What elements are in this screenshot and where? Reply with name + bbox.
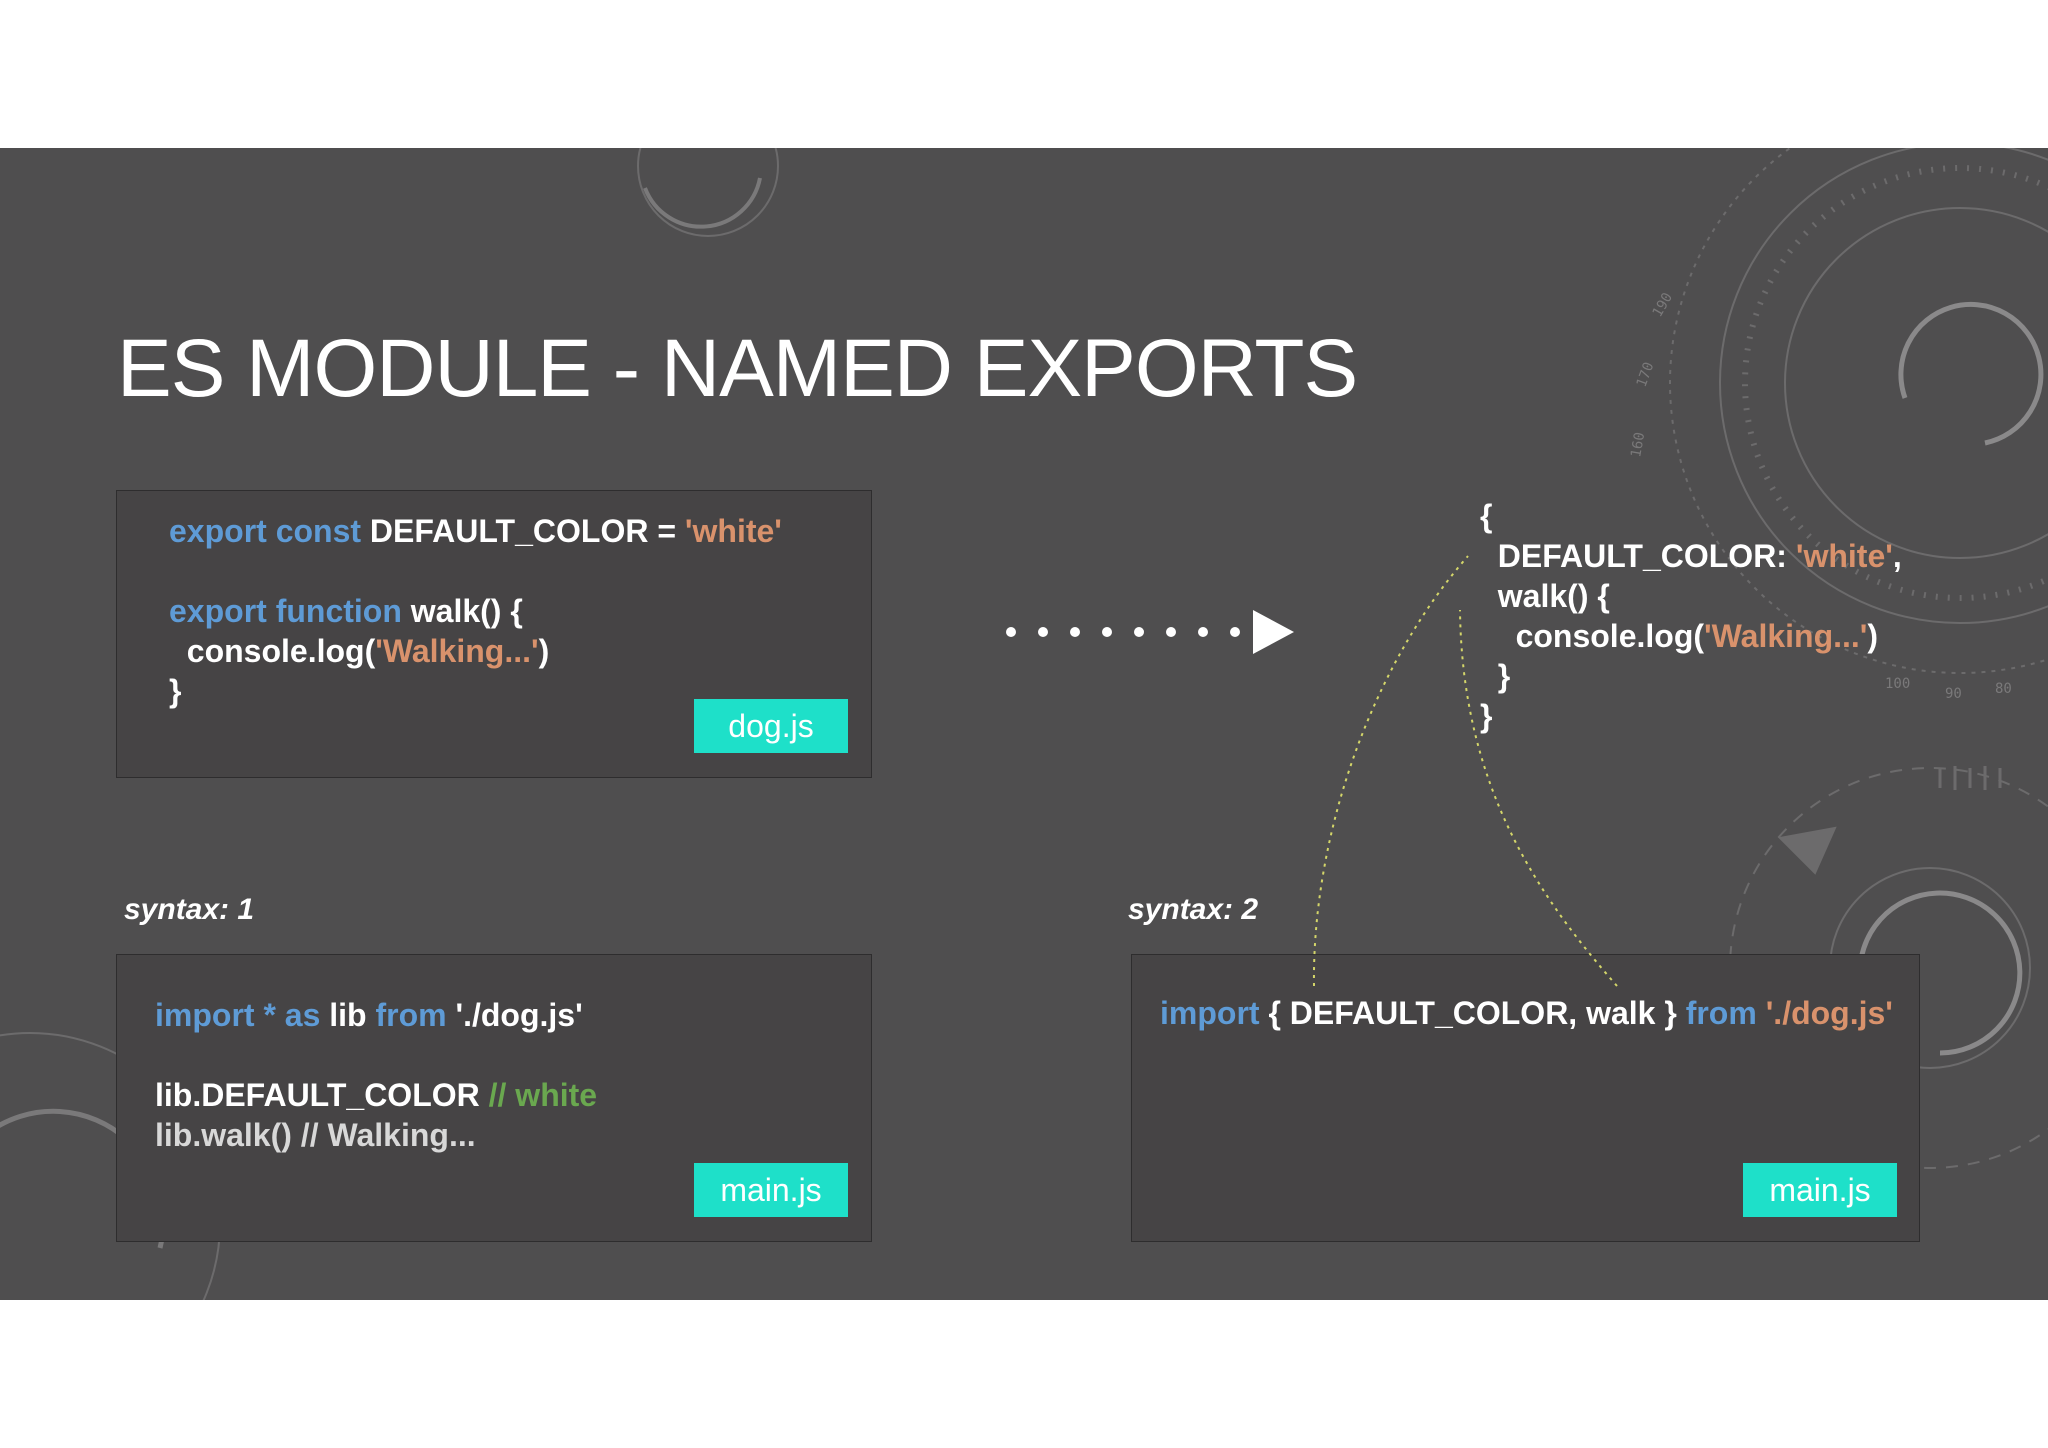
- syntax-2-code: import { DEFAULT_COLOR, walk } from './d…: [1160, 995, 1893, 1031]
- export-object-code: { DEFAULT_COLOR: 'white', walk() { conso…: [1480, 498, 1902, 734]
- dog-js-file-tag: dog.js: [694, 699, 848, 753]
- svg-text:90: 90: [1945, 686, 1962, 702]
- syntax-1-code: import * as lib from './dog.js' lib.DEFA…: [155, 997, 598, 1153]
- syntax-2-code-box: import { DEFAULT_COLOR, walk } from './d…: [1131, 954, 1920, 1242]
- main-js-file-tag: main.js: [694, 1163, 848, 1217]
- main-js-file-tag: main.js: [1743, 1163, 1897, 1217]
- slide: 170 160 190 100 90 80 ES MODULE - NAMED …: [0, 148, 2048, 1300]
- syntax-1-code-box: import * as lib from './dog.js' lib.DEFA…: [116, 954, 872, 1242]
- svg-text:160: 160: [1628, 431, 1648, 459]
- syntax-1-label: syntax: 1: [124, 893, 255, 926]
- dog-module-code-box: export const DEFAULT_COLOR = 'white' exp…: [116, 490, 872, 778]
- syntax-2-label: syntax: 2: [1128, 893, 1259, 926]
- dog-module-code: export const DEFAULT_COLOR = 'white' exp…: [169, 513, 782, 709]
- slide-title: ES MODULE - NAMED EXPORTS: [117, 323, 1358, 414]
- svg-text:170: 170: [1634, 360, 1658, 389]
- svg-text:190: 190: [1650, 290, 1677, 320]
- svg-text:80: 80: [1995, 681, 2012, 697]
